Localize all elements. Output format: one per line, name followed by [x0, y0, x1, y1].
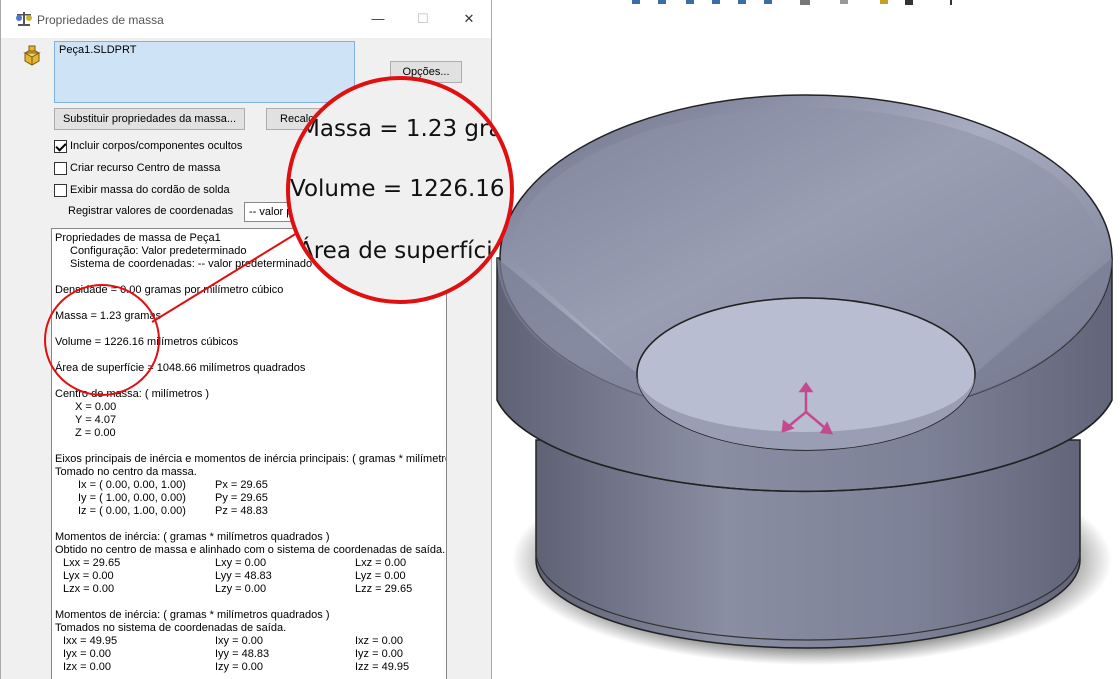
com-z: Z = 0.00 — [75, 427, 116, 439]
selected-items-list[interactable]: Peça1.SLDPRT — [54, 41, 355, 103]
zoom-magnifier-circle: Massa = 1.23 gramas Volume = 1226.16 Áre… — [286, 76, 514, 304]
com-moments-title: Momentos de inércia: ( gramas * milímetr… — [55, 531, 330, 543]
zoom-surface-text: Área de superfície — [298, 238, 507, 264]
include-hidden-checkbox[interactable]: Incluir corpos/componentes ocultos — [54, 138, 242, 154]
title-bar: Propriedades de massa — ☐ ✕ — [1, 0, 491, 38]
principal-axes-title: Eixos principais de inércia e momentos d… — [55, 453, 446, 465]
minimize-button[interactable]: — — [369, 10, 387, 28]
checkbox-label: Incluir corpos/componentes ocultos — [70, 140, 243, 152]
principal-moment-py: Py = 29.65 — [215, 492, 268, 504]
principal-axis-iy: Iy = ( 1.00, 0.00, 0.00) — [78, 492, 186, 504]
zoom-volume-text: Volume = 1226.16 — [290, 176, 505, 202]
lxz: Lxz = 0.00 — [355, 557, 407, 569]
com-y: Y = 4.07 — [75, 414, 117, 426]
show-weld-mass-checkbox[interactable]: Exibir massa do cordão de solda — [54, 182, 230, 198]
lzx: Lzx = 0.00 — [63, 583, 115, 595]
output-moments-subtitle: Tomados no sistema de coordenadas de saí… — [55, 622, 287, 634]
ixy: Ixy = 0.00 — [215, 635, 264, 647]
ixx: Ixx = 49.95 — [63, 635, 118, 647]
lyy: Lyy = 48.83 — [215, 570, 272, 582]
lxy: Lxy = 0.00 — [215, 557, 267, 569]
com-x: X = 0.00 — [75, 401, 117, 413]
com-moments-subtitle: Obtido no centro de massa e alinhado com… — [55, 544, 446, 556]
principal-axis-ix: Ix = ( 0.00, 0.00, 1.00) — [78, 479, 186, 491]
output-moments-title: Momentos de inércia: ( gramas * milímetr… — [55, 609, 330, 621]
izx: Izx = 0.00 — [63, 661, 112, 673]
checkbox-box[interactable] — [54, 183, 67, 197]
principal-axis-iz: Iz = ( 0.00, 1.00, 0.00) — [78, 505, 186, 517]
coordinate-system-text: Sistema de coordenadas: -- valor predete… — [70, 258, 323, 270]
dialog-side-strip — [448, 228, 491, 679]
lyz: Lyz = 0.00 — [355, 570, 406, 582]
checkbox-label: Criar recurso Centro de massa — [70, 162, 221, 174]
ixz: Ixz = 0.00 — [355, 635, 404, 647]
izz: Izz = 49.95 — [355, 661, 410, 673]
highlight-circle-small — [44, 284, 160, 396]
checkbox-box[interactable] — [54, 161, 67, 175]
lxx: Lxx = 29.65 — [63, 557, 121, 569]
close-button[interactable]: ✕ — [460, 10, 478, 28]
lzy: Lzy = 0.00 — [215, 583, 267, 595]
maximize-button[interactable]: ☐ — [414, 10, 432, 28]
selected-item[interactable]: Peça1.SLDPRT — [59, 44, 136, 56]
izy: Izy = 0.00 — [215, 661, 264, 673]
scale-icon — [16, 12, 32, 26]
results-header: Propriedades de massa de Peça1 — [55, 232, 221, 244]
zoom-mass-text: Massa = 1.23 gramas — [300, 116, 510, 142]
window-title: Propriedades de massa — [37, 13, 164, 27]
lyx: Lyx = 0.00 — [63, 570, 114, 582]
iyy: Iyy = 48.83 — [215, 648, 270, 660]
create-center-of-mass-checkbox[interactable]: Criar recurso Centro de massa — [54, 160, 220, 176]
checkbox-label: Exibir massa do cordão de solda — [70, 184, 230, 196]
part-model[interactable] — [493, 0, 1120, 679]
override-mass-properties-button[interactable]: Substituir propriedades da massa... — [54, 108, 245, 130]
principal-axes-subtitle: Tomado no centro da massa. — [55, 466, 197, 478]
part-icon — [23, 45, 41, 66]
principal-moment-pz: Pz = 48.83 — [215, 505, 268, 517]
iyz: Iyz = 0.00 — [355, 648, 404, 660]
checkbox-box[interactable] — [54, 139, 67, 153]
configuration-text: Configuração: Valor predeterminado — [70, 245, 247, 257]
iyx: Iyx = 0.00 — [63, 648, 112, 660]
principal-moment-px: Px = 29.65 — [215, 479, 268, 491]
lzz: Lzz = 29.65 — [355, 583, 413, 595]
coordinate-system-label: Registrar valores de coordenadas — [68, 205, 234, 217]
